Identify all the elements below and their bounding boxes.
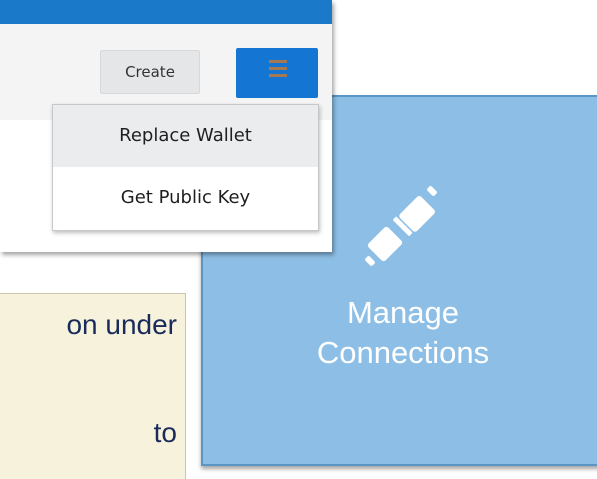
manage-connections-label: Manage Connections — [203, 293, 597, 373]
callout-line-2: to — [153, 417, 177, 448]
actions-menu-button[interactable] — [236, 48, 318, 98]
tile-label-line2: Connections — [316, 335, 490, 370]
plug-connection-icon — [365, 186, 437, 266]
screenshot-stage: Manage Connections on under to Create Re… — [0, 0, 597, 479]
app-header-bar — [0, 0, 332, 24]
actions-dropdown-menu: Replace Wallet Get Public Key — [52, 104, 319, 231]
wallet-panel: Create Replace Wallet Get Public Key — [0, 0, 332, 252]
menu-item-get-public-key[interactable]: Get Public Key — [53, 167, 318, 229]
menu-item-replace-wallet[interactable]: Replace Wallet — [53, 105, 318, 167]
tile-label-line1: Manage — [346, 295, 460, 330]
create-button[interactable]: Create — [100, 50, 200, 94]
hamburger-icon — [269, 60, 287, 84]
instruction-callout: on under to — [0, 293, 186, 479]
callout-line-1: on under — [66, 309, 177, 340]
